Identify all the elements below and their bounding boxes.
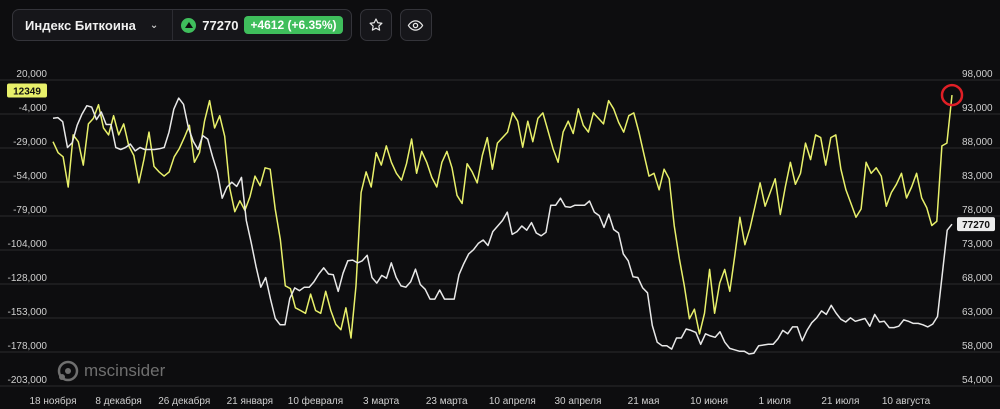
left-tick-label: -203,000 [8,375,48,386]
right-tick-label: 93,000 [962,103,993,114]
right-tick-label: 88,000 [962,137,993,148]
x-tick-label: 10 августа [882,396,931,407]
x-tick-label: 26 декабря [158,395,210,407]
left-tick-label: -178,000 [8,341,48,352]
right-tick-label: 63,000 [962,307,993,318]
right-tick-label: 98,000 [962,69,993,80]
chart: 20,000 -4,000 -29,000 -54,000 -79,000 -104,00… [0,69,1000,407]
right-tick-label: 73,000 [962,239,993,250]
left-price-badge-label: 12349 [13,86,41,97]
x-tick-label: 10 февраля [288,395,343,407]
left-tick-label: 20,000 [16,69,47,80]
x-tick-label: 21 января [227,396,273,407]
left-tick-label: -54,000 [13,171,47,182]
right-price-badge-label: 77270 [962,220,990,231]
left-tick-label: -128,000 [8,273,48,284]
logo-icon [57,360,79,382]
left-tick-label: -79,000 [13,205,47,216]
x-tick-label: 21 мая [628,396,660,407]
logo: mscinsider [57,360,165,382]
right-tick-label: 68,000 [962,273,993,284]
x-tick-label: 1 июля [759,396,791,407]
left-tick-label: -29,000 [13,137,47,148]
right-tick-label: 54,000 [962,375,993,386]
logo-text: mscinsider [84,361,166,380]
right-tick-label: 78,000 [962,205,993,216]
left-tick-label: -104,000 [8,239,48,250]
x-tick-label: 30 апреля [554,396,601,407]
left-tick-label: -4,000 [19,103,48,114]
x-tick-label: 18 ноября [30,395,77,407]
yellow-series-line [52,95,953,339]
x-tick-label: 8 декабря [95,395,141,407]
left-tick-label: -153,000 [8,307,48,318]
x-tick-label: 10 июня [690,396,728,407]
x-tick-label: 3 марта [363,396,400,407]
right-tick-label: 83,000 [962,171,993,182]
x-tick-label: 21 июля [821,396,859,407]
x-tick-label: 10 апреля [489,396,536,407]
right-tick-label: 58,000 [962,341,993,352]
x-tick-label: 23 марта [426,396,468,407]
